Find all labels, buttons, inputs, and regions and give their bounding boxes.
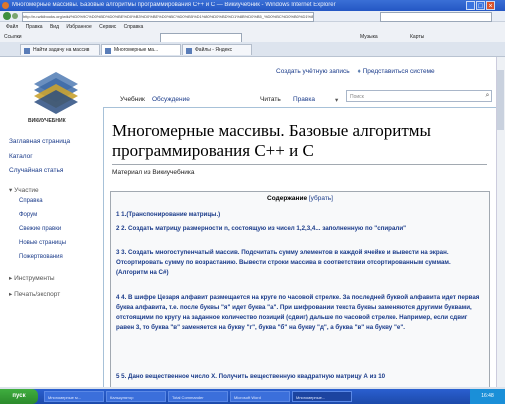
links-label[interactable]: Ссылки [4, 34, 22, 40]
sidebar-item-new-pages[interactable]: Новые страницы [19, 240, 66, 246]
heading-divider [112, 164, 487, 165]
maximize-button[interactable]: □ [476, 1, 485, 10]
sidebar-item-main-page[interactable]: Заглавная страница [9, 138, 70, 145]
menu-bar: Файл Правка Вид Избранное Сервис Справка [0, 22, 505, 32]
wikibooks-logo-icon[interactable] [30, 64, 82, 116]
toc-item[interactable]: 5 5. Дано вещественное число X. Получить… [116, 372, 482, 386]
window-title-bar: Многомерные массивы. Базовые алгоритмы п… [0, 0, 505, 11]
toc-header: Содержание [убрать] [110, 195, 490, 202]
tab-article[interactable]: Учебник [120, 96, 145, 103]
toc-item[interactable]: 4 4. В шифре Цезаря алфавит размещается … [116, 293, 482, 333]
menu-file[interactable]: Файл [6, 24, 18, 30]
menu-help[interactable]: Справка [124, 24, 144, 30]
taskbar-item[interactable]: Многомерные м... [44, 391, 104, 402]
sidebar-item-donations[interactable]: Пожертвования [19, 254, 63, 260]
tab-find-task[interactable]: Найти задачу на массив [20, 44, 100, 55]
wiki-search-input[interactable]: Поиск [346, 90, 492, 102]
more-chevron-down-icon[interactable]: ▾ [335, 96, 338, 104]
wiki-favicon-icon [105, 48, 111, 54]
sidebar-item-recent-changes[interactable]: Свежие правки [19, 226, 61, 232]
tab-label: Файлы - Яндекс [195, 47, 233, 53]
toolbar-maps[interactable]: Карты [410, 32, 424, 42]
taskbar-item-active[interactable]: Многомерные... [292, 391, 352, 402]
user-icon: ♦ [357, 68, 361, 75]
tab-label: Найти задачу на массив [33, 47, 90, 53]
sidebar-section-participation[interactable]: ▾ Участие [9, 186, 39, 194]
menu-tools[interactable]: Сервис [99, 24, 116, 30]
sidebar-item-forum[interactable]: Форум [19, 212, 37, 218]
sidebar-item-random[interactable]: Случайная статья [9, 167, 63, 174]
toc-item[interactable]: 3 3. Создать многоступенчатый массив. По… [116, 248, 482, 278]
toolbar-music[interactable]: Музыка [360, 32, 378, 42]
minimize-button[interactable]: _ [466, 1, 475, 10]
page-favicon-icon [24, 48, 30, 54]
search-icon[interactable]: ⌕ [483, 91, 492, 101]
yandex-favicon-icon [186, 48, 192, 54]
browser-search-box[interactable] [380, 12, 492, 22]
toc-title: Содержание [267, 195, 308, 202]
personal-links: Создать учётную запись ♦ Представиться с… [276, 68, 435, 75]
tab-yandex-files[interactable]: Файлы - Яндекс [182, 44, 252, 55]
ie-logo-icon [2, 2, 9, 9]
window-title: Многомерные массивы. Базовые алгоритмы п… [12, 2, 336, 8]
table-of-contents [110, 191, 490, 389]
logo-text: ВИКИУЧЕБНИК [28, 118, 66, 124]
tab-discussion[interactable]: Обсуждение [152, 96, 190, 103]
page-title: Многомерные массивы. Базовые алгоритмы п… [112, 121, 431, 160]
sidebar-item-help[interactable]: Справка [19, 198, 43, 204]
sidebar-item-catalog[interactable]: Каталог [9, 153, 33, 160]
tab-edit[interactable]: Правка [293, 96, 315, 103]
login-link[interactable]: Представиться системе [363, 68, 435, 75]
close-button[interactable]: × [486, 1, 495, 10]
toc-item[interactable]: 2 2. Создать матрицу размерности n, сост… [116, 224, 482, 234]
tab-arrays[interactable]: Многомерные ма... [101, 44, 181, 55]
taskbar-item[interactable]: Total Commander [168, 391, 228, 402]
sidebar-section-tools[interactable]: ▸ Инструменты [9, 274, 55, 282]
start-button[interactable]: пуск [0, 389, 38, 404]
scrollbar-thumb[interactable] [497, 70, 504, 130]
tab-read[interactable]: Читать [260, 96, 281, 103]
toc-hide-link[interactable]: [убрать] [309, 195, 333, 202]
taskbar-item[interactable]: Microsoft Word [230, 391, 290, 402]
back-arrow-icon[interactable] [3, 12, 11, 20]
links-toolbar: Ссылки Музыка Карты [0, 32, 505, 42]
tab-label: Многомерные ма... [114, 47, 159, 53]
system-clock: 16:48 [470, 389, 505, 404]
forward-arrow-icon[interactable] [12, 13, 18, 19]
menu-edit[interactable]: Правка [26, 24, 43, 30]
menu-favorites[interactable]: Избранное [66, 24, 91, 30]
create-account-link[interactable]: Создать учётную запись [276, 68, 350, 75]
taskbar-item[interactable]: Калькулятор [106, 391, 166, 402]
page-subtitle: Материал из Викиучебника [112, 169, 195, 176]
sidebar-section-print-export[interactable]: ▸ Печать/экспорт [9, 290, 60, 298]
toc-item[interactable]: 1 1.(Транспонирование матрицы.) [116, 210, 482, 220]
address-bar[interactable]: http://ru.wikibooks.org/wiki/%D0%9C%D0%B… [22, 12, 314, 22]
menu-view[interactable]: Вид [50, 24, 59, 30]
